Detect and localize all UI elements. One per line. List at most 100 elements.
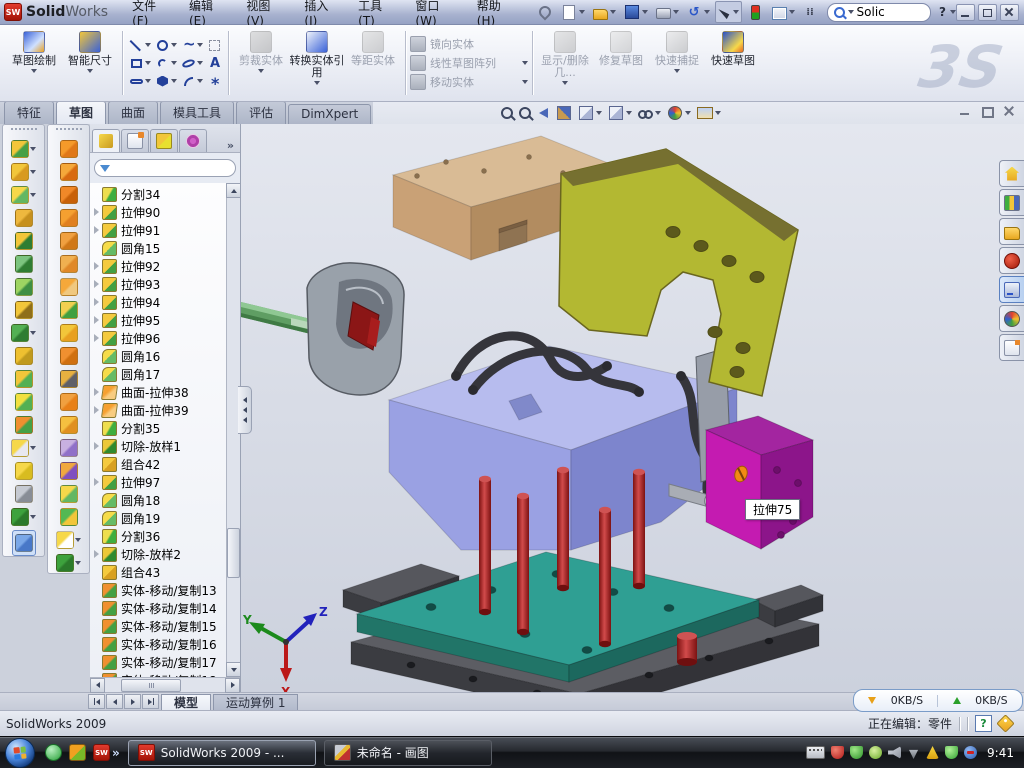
revolved-boss-button[interactable]	[11, 162, 36, 182]
dropdown-caret-icon[interactable]	[562, 81, 568, 85]
solidworks-quick-icon[interactable]: SW	[93, 744, 110, 761]
security-shield-icon[interactable]	[831, 746, 844, 759]
dropdown-caret-icon[interactable]	[75, 561, 81, 565]
dropdown-caret-icon[interactable]	[314, 81, 320, 85]
last-tab-button[interactable]	[142, 694, 159, 709]
featuremanager-tab[interactable]	[92, 129, 120, 152]
restore-button[interactable]	[978, 4, 997, 21]
doc-minimize-button[interactable]	[958, 105, 972, 117]
shell-button[interactable]	[15, 254, 33, 274]
dropdown-caret-icon[interactable]	[673, 10, 679, 14]
dropdown-caret-icon[interactable]	[522, 80, 528, 84]
tree-item[interactable]: 分割34	[90, 185, 226, 203]
taskbar-task[interactable]: 未命名 - 画图	[324, 740, 492, 766]
tree-item[interactable]: 分割36	[90, 527, 226, 545]
draft-button[interactable]	[15, 277, 33, 297]
expand-arrow-icon[interactable]	[94, 298, 99, 306]
slot-button[interactable]	[129, 74, 151, 89]
dropdown-caret-icon[interactable]	[642, 10, 648, 14]
delete-face-button[interactable]	[60, 369, 78, 389]
dropdown-caret-icon[interactable]	[30, 193, 36, 197]
dropdown-caret-icon[interactable]	[30, 331, 36, 335]
start-button[interactable]	[5, 738, 35, 768]
menu-w[interactable]: 窗口(W)	[405, 0, 466, 24]
display-states-icon[interactable]	[744, 1, 767, 23]
menu-i[interactable]: 插入(I)	[294, 0, 348, 24]
scroll-up-button[interactable]	[226, 183, 240, 198]
sketch-button[interactable]: 草图绘制	[6, 25, 62, 101]
tree-item[interactable]: 曲面-拉伸39	[90, 401, 226, 419]
sketch-fillet-button[interactable]	[181, 74, 203, 89]
dropdown-caret-icon[interactable]	[171, 43, 177, 47]
spline-button[interactable]	[181, 38, 203, 53]
expand-arrow-icon[interactable]	[94, 208, 99, 216]
expand-arrow-icon[interactable]	[94, 316, 99, 324]
circle-button[interactable]	[155, 38, 177, 53]
view-orientation-button[interactable]	[578, 105, 602, 121]
menu-e[interactable]: 编辑(E)	[179, 0, 236, 24]
open-icon[interactable]	[590, 1, 619, 23]
measure-button[interactable]	[12, 530, 36, 556]
taskbar-task[interactable]: SWSolidWorks 2009 - ...	[128, 740, 316, 766]
dropdown-caret-icon[interactable]	[197, 79, 203, 83]
tree-item[interactable]: 实体-移动/复制17	[90, 653, 226, 671]
dropdown-caret-icon[interactable]	[145, 79, 151, 83]
quick-launch-overflow[interactable]: »	[112, 746, 120, 760]
dome-button[interactable]	[60, 507, 78, 527]
appearances-tab[interactable]	[999, 305, 1024, 332]
scroll-right-button[interactable]	[225, 678, 240, 693]
tag-icon[interactable]	[996, 714, 1014, 732]
expand-arrow-icon[interactable]	[94, 334, 99, 342]
combine-button[interactable]	[15, 369, 33, 389]
dropdown-caret-icon[interactable]	[145, 61, 151, 65]
line-button[interactable]	[129, 38, 151, 53]
close-button[interactable]	[1000, 4, 1019, 21]
keyboard-layout-icon[interactable]	[806, 746, 825, 759]
dropdown-caret-icon[interactable]	[596, 111, 602, 115]
lofted-boss-button[interactable]	[15, 231, 33, 251]
expand-arrow-icon[interactable]	[94, 442, 99, 450]
insert-part-button[interactable]	[11, 438, 36, 458]
expand-arrow-icon[interactable]	[94, 478, 99, 486]
tab-DimXpert[interactable]: DimXpert	[288, 104, 371, 124]
tree-item[interactable]: 拉伸94	[90, 293, 226, 311]
toolbox-tab[interactable]	[999, 247, 1024, 274]
view-palette-tab[interactable]	[999, 276, 1024, 303]
pattern-button[interactable]	[11, 323, 36, 343]
tree-item[interactable]: 切除-放样2	[90, 545, 226, 563]
menu-t[interactable]: 工具(T)	[348, 0, 405, 24]
expand-arrow-icon[interactable]	[94, 262, 99, 270]
smart-dimension-button[interactable]: 智能尺寸	[62, 25, 118, 101]
new-document-icon[interactable]	[558, 1, 588, 23]
untrim-surface-button[interactable]	[60, 415, 78, 435]
tab-特征[interactable]: 特征	[4, 101, 54, 124]
expand-arrow-icon[interactable]	[94, 550, 99, 558]
hide-show-items-button[interactable]	[638, 106, 661, 121]
tree-item[interactable]: 实体-移动/复制14	[90, 599, 226, 617]
undo-icon[interactable]: ↺	[684, 1, 713, 23]
tree-item[interactable]: 组合43	[90, 563, 226, 581]
antivirus-shield-icon[interactable]	[850, 746, 863, 759]
custom-properties-tab[interactable]	[999, 334, 1024, 361]
expand-arrow-icon[interactable]	[94, 406, 99, 414]
minimize-button[interactable]	[956, 4, 975, 21]
convert-entities-button[interactable]: 转换实体引用	[289, 25, 345, 101]
dimxpertmanager-tab[interactable]	[179, 129, 207, 152]
messenger-icon[interactable]	[45, 744, 62, 761]
tree-item[interactable]: 实体-移动/复制13	[90, 581, 226, 599]
fillet-button[interactable]	[11, 185, 36, 205]
knit-surface-button[interactable]	[60, 346, 78, 366]
dropdown-caret-icon[interactable]	[789, 10, 795, 14]
search-caret-icon[interactable]	[848, 10, 854, 14]
move-face-button[interactable]	[60, 438, 78, 458]
tree-item[interactable]: 拉伸91	[90, 221, 226, 239]
dropdown-caret-icon[interactable]	[30, 170, 36, 174]
dropdown-caret-icon[interactable]	[610, 10, 616, 14]
dropdown-caret-icon[interactable]	[715, 111, 721, 115]
zoom-fit-button[interactable]	[501, 107, 513, 119]
tree-item[interactable]: 组合42	[90, 455, 226, 473]
tree-item[interactable]: 圆角19	[90, 509, 226, 527]
tab-草图[interactable]: 草图	[56, 101, 106, 124]
trim-surface-button[interactable]	[60, 185, 78, 205]
protect-plus-icon[interactable]	[945, 746, 958, 759]
